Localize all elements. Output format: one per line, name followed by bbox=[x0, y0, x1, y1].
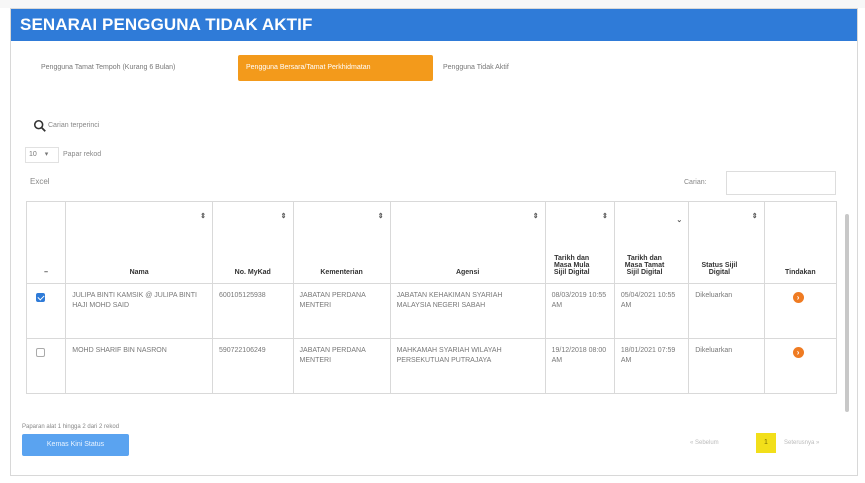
row-checkbox[interactable] bbox=[36, 293, 45, 302]
cell-agensi: JABATAN KEHAKIMAN SYARIAH MALAYSIA NEGER… bbox=[389, 283, 546, 339]
cell-status: Dikeluarkan bbox=[688, 283, 765, 339]
page-title: SENARAI PENGGUNA TIDAK AKTIF bbox=[20, 15, 313, 34]
scrollbar[interactable] bbox=[845, 214, 849, 412]
column-agensi[interactable]: Agensi ⇕ bbox=[389, 201, 546, 284]
search-icon bbox=[33, 119, 46, 132]
cell-kementerian: JABATAN PERDANA MENTERI bbox=[292, 283, 391, 339]
action-icon[interactable]: › bbox=[792, 347, 804, 358]
cell-tarikh-mula: 19/12/2018 08:00 AM bbox=[544, 338, 615, 394]
tab-bersara[interactable]: Pengguna Bersara/Tamat Perkhidmatan bbox=[238, 55, 433, 81]
tab-tamat-tempoh[interactable]: Pengguna Tamat Tempoh (Kurang 6 Bulan) bbox=[33, 55, 223, 81]
advanced-search-label: Carian terperinci bbox=[48, 122, 100, 129]
table-row: JULIPA BINTI KAMSIK @ JULIPA BINTI HAJI … bbox=[25, 283, 838, 339]
cell-tarikh-tamat: 05/04/2021 10:55 AM bbox=[613, 283, 690, 339]
action-icon[interactable]: › bbox=[792, 292, 804, 303]
cell-agensi: MAHKAMAH SYARIAH WILAYAH PERSEKUTUAN PUT… bbox=[389, 338, 546, 394]
page-header: SENARAI PENGGUNA TIDAK AKTIF bbox=[11, 9, 857, 41]
top-strip bbox=[0, 0, 865, 8]
cell-tindakan: › bbox=[763, 338, 838, 394]
column-mykad[interactable]: No. MyKad ⇕ bbox=[211, 201, 294, 284]
table-info: Paparan alat 1 hingga 2 dari 2 rekod bbox=[22, 424, 120, 430]
cell-status: Dikeluarkan bbox=[688, 338, 765, 394]
export-excel-button[interactable]: Excel bbox=[30, 177, 50, 186]
page-length-select[interactable]: 10 ▾ bbox=[25, 147, 59, 163]
column-kementerian[interactable]: Kementerian ⇕ bbox=[292, 201, 391, 284]
inactive-users-table: – Nama ⇕ No. MyKad ⇕ Kementerian ⇕ Agensi ⇕ … bbox=[25, 201, 838, 394]
cell-tarikh-tamat: 18/01/2021 07:59 AM bbox=[613, 338, 690, 394]
page-length-value: 10 bbox=[29, 151, 37, 158]
column-tarikh-mula[interactable]: Tarikh dan Masa Mula Sijil Digital ⇕ bbox=[544, 201, 615, 284]
column-nama[interactable]: Nama ⇕ bbox=[65, 201, 213, 284]
cell-nama: MOHD SHARIF BIN NASRON bbox=[65, 338, 213, 394]
table-header-row: – Nama ⇕ No. MyKad ⇕ Kementerian ⇕ Agensi ⇕ … bbox=[25, 201, 838, 284]
filter-input[interactable] bbox=[726, 171, 836, 195]
cell-mykad: 600105125938 bbox=[211, 283, 294, 339]
row-select-cell bbox=[25, 338, 67, 394]
column-select: – bbox=[25, 201, 67, 284]
cell-tindakan: › bbox=[763, 283, 838, 339]
cell-kementerian: JABATAN PERDANA MENTERI bbox=[292, 338, 391, 394]
page-length-label: Papar rekod bbox=[63, 151, 102, 158]
pagination-page-1[interactable]: 1 bbox=[756, 433, 776, 453]
pagination-next[interactable]: Seterusnya » bbox=[784, 440, 819, 446]
table-row: MOHD SHARIF BIN NASRON 590722106249 JABA… bbox=[25, 338, 838, 394]
pagination-prev[interactable]: « Sebelum bbox=[690, 440, 719, 446]
cell-tarikh-mula: 08/03/2019 10:55 AM bbox=[544, 283, 615, 339]
column-tarikh-tamat[interactable]: Tarikh dan Masa Tamat Sijil Digital ⌄ bbox=[613, 201, 690, 284]
chevron-down-icon: ▾ bbox=[44, 151, 49, 158]
tab-tidak-aktif[interactable]: Pengguna Tidak Aktif bbox=[435, 55, 555, 81]
cell-mykad: 590722106249 bbox=[211, 338, 294, 394]
tab-bar: Pengguna Tamat Tempoh (Kurang 6 Bulan) P… bbox=[11, 55, 857, 85]
column-tindakan: Tindakan bbox=[763, 201, 838, 284]
filter-label: Carian: bbox=[684, 179, 707, 186]
cell-nama: JULIPA BINTI KAMSIK @ JULIPA BINTI HAJI … bbox=[65, 283, 213, 339]
column-status[interactable]: Status Sijil Digital ⇕ bbox=[688, 201, 765, 284]
update-status-button[interactable]: Kemas Kini Status bbox=[22, 434, 129, 456]
row-select-cell bbox=[25, 283, 67, 339]
row-checkbox[interactable] bbox=[36, 348, 45, 357]
